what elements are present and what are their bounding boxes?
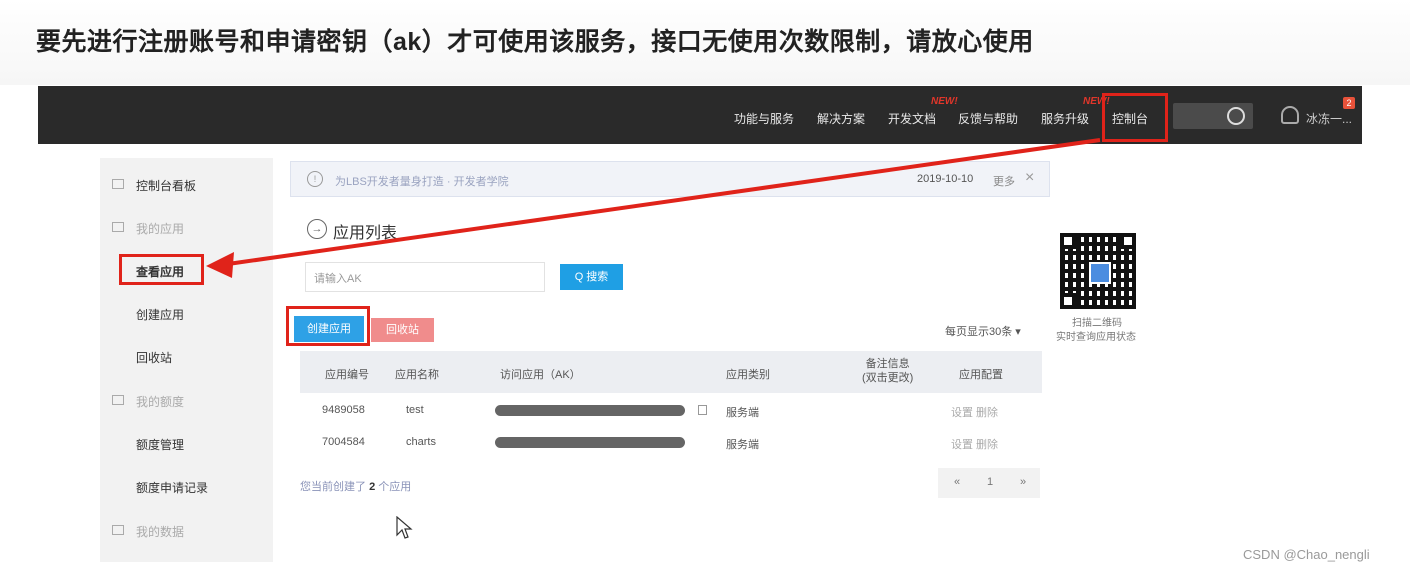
watermark: CSDN @Chao_nengli — [1243, 547, 1370, 562]
mouse-cursor-icon — [396, 516, 413, 539]
arrow-head — [206, 252, 234, 278]
annotation-arrow — [206, 138, 1101, 278]
arrow-line — [227, 138, 1101, 266]
